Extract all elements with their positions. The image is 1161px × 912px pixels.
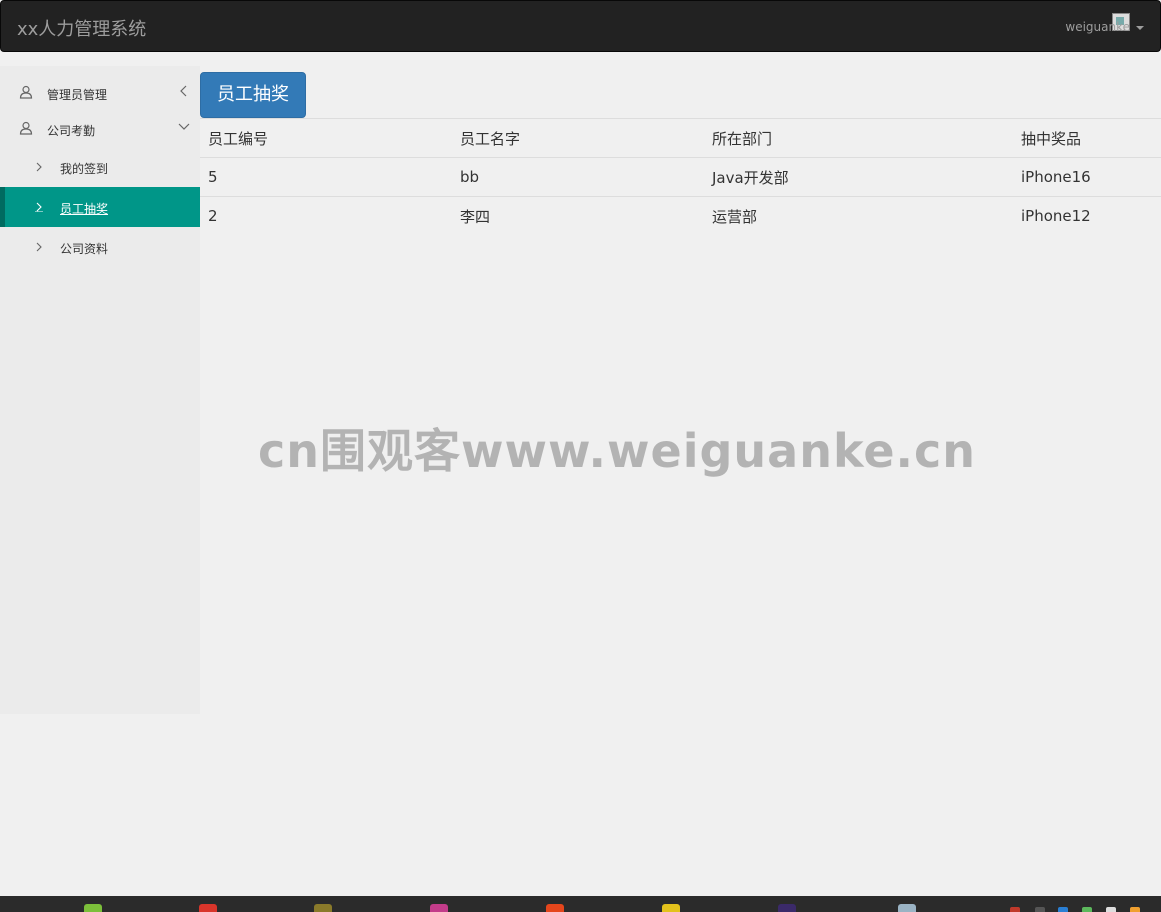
sidebar-item-my-checkin[interactable]: 我的签到 [0,147,200,187]
sidebar-item-company-attendance[interactable]: 公司考勤 [0,111,200,147]
app-icon[interactable] [84,904,102,912]
column-header: 抽中奖品 [1013,118,1161,158]
app-icon[interactable] [778,904,796,912]
table-cell: Java开发部 [704,157,1013,197]
table-header-row: 员工编号 员工名字 所在部门 抽中奖品 [200,118,1161,158]
table-row: 2 李四 运营部 iPhone12 [200,196,1161,235]
app-icon[interactable] [546,904,564,912]
column-header: 员工编号 [200,118,452,158]
chevron-down-icon [178,123,190,130]
table-row: 5 bb Java开发部 iPhone16 [200,157,1161,197]
tray-icon[interactable] [1010,907,1020,912]
sidebar-item-label: 员工抽奖 [60,202,109,216]
sidebar-item-label: 公司考勤 [47,124,96,138]
table-cell: 运营部 [704,196,1013,235]
table-cell: iPhone12 [1013,196,1161,235]
app-icon[interactable] [199,904,217,912]
chevron-right-icon [36,242,42,252]
sidebar-item-label: 公司资料 [60,242,109,256]
user-name[interactable]: weiguanke [1065,20,1130,34]
tray-icon[interactable] [1035,907,1045,912]
column-header: 所在部门 [704,118,1013,158]
site-watermark: cn围观客www.weiguanke.cn [258,424,977,478]
sidebar-item-label: 管理员管理 [47,88,108,102]
top-navbar: xx人力管理系统 weiguanke [0,0,1161,52]
user-icon [19,85,33,99]
tray-icon[interactable] [1082,907,1092,912]
sidebar-item-employee-lottery[interactable]: 员工抽奖 [0,187,200,227]
page-title-button[interactable]: 员工抽奖 [200,72,306,118]
lottery-table: 员工编号 员工名字 所在部门 抽中奖品 5 bb Java开发部 iPhone1… [200,118,1161,235]
tray-icon[interactable] [1058,907,1068,912]
column-header: 员工名字 [452,118,704,158]
app-brand[interactable]: xx人力管理系统 [17,15,146,41]
app-icon[interactable] [430,904,448,912]
app-icon[interactable] [898,904,916,912]
chevron-left-icon [180,85,187,97]
sidebar: 管理员管理 公司考勤 我的签到 员工抽奖 公司资料 [0,66,200,714]
app-icon[interactable] [314,904,332,912]
sidebar-item-company-profile[interactable]: 公司资料 [0,227,200,267]
sidebar-item-label: 我的签到 [60,162,109,176]
caret-down-icon[interactable] [1136,26,1144,30]
table-cell: bb [452,157,704,197]
table-cell: 5 [200,157,452,197]
table-cell: iPhone16 [1013,157,1161,197]
sidebar-item-admin-management[interactable]: 管理员管理 [0,75,200,111]
user-icon [19,121,33,135]
app-icon[interactable] [662,904,680,912]
tray-icon[interactable] [1130,907,1140,912]
chevron-right-icon [35,202,43,212]
tray-icon[interactable] [1106,907,1116,912]
table-cell: 李四 [452,196,704,235]
table-cell: 2 [200,196,452,235]
chevron-right-icon [36,162,42,172]
os-taskbar [0,896,1161,912]
